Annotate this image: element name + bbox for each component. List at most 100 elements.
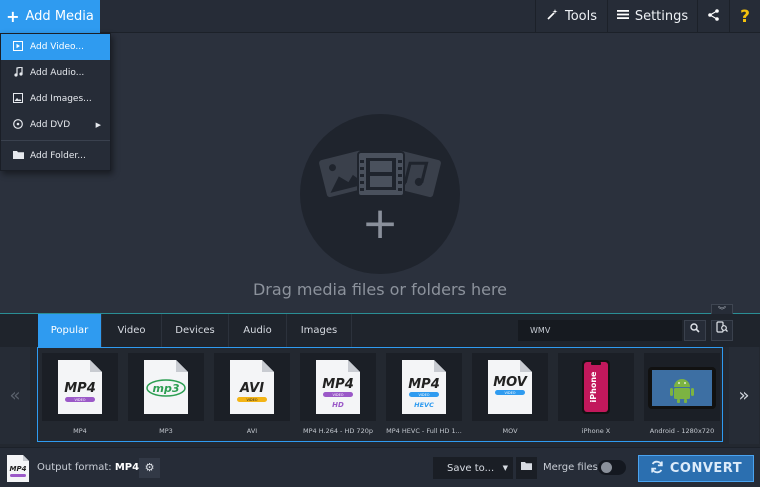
output-format-value: MP4 xyxy=(114,462,140,473)
svg-text:AVI: AVI xyxy=(239,381,264,396)
disc-icon xyxy=(12,118,24,132)
settings-button[interactable]: Settings xyxy=(607,0,697,33)
format-settings-button[interactable]: ⚙ xyxy=(139,458,160,478)
format-label: MOV xyxy=(502,427,518,435)
media-files-icon xyxy=(319,150,441,198)
plus-icon: + xyxy=(6,7,20,26)
folder-icon xyxy=(521,462,532,473)
tab-label: Popular xyxy=(50,325,89,336)
svg-text:HEVC: HEVC xyxy=(414,401,434,409)
save-to-button[interactable]: Save to... ▼ xyxy=(433,457,513,479)
format-card: iPhone xyxy=(558,353,634,421)
format-card: mp3 xyxy=(128,353,204,421)
format-search-input[interactable] xyxy=(518,320,682,341)
music-note-icon xyxy=(12,65,24,80)
gear-icon: ⚙ xyxy=(144,461,155,474)
tab-popular[interactable]: Popular xyxy=(38,314,102,347)
format-item-mov[interactable]: MOV VIDEO MOV xyxy=(472,353,548,439)
format-item-mp3[interactable]: mp3 MP3 xyxy=(128,353,204,439)
format-item-iphone-x[interactable]: iPhone iPhone X xyxy=(558,353,634,439)
share-icon xyxy=(708,8,719,25)
svg-text:VIDEO: VIDEO xyxy=(504,391,515,395)
tab-images[interactable]: Images xyxy=(287,314,352,347)
format-label: iPhone X xyxy=(581,427,611,435)
tab-devices[interactable]: Devices xyxy=(162,314,229,347)
svg-text:MP4: MP4 xyxy=(408,377,440,392)
format-item-mp4-hevc[interactable]: MP4 VIDEO HEVC MP4 HEVC - Full HD 1... xyxy=(386,353,462,439)
add-media-label: Add Media xyxy=(25,9,94,24)
format-card: MP4 VIDEO xyxy=(42,353,118,421)
format-item-mp4[interactable]: MP4 VIDEO MP4 xyxy=(42,353,118,439)
mp4-hevc-file-icon: MP4 VIDEO HEVC xyxy=(402,360,446,414)
drop-circle: + xyxy=(300,114,460,274)
merge-files-toggle[interactable] xyxy=(598,460,626,475)
drop-zone[interactable]: + Drag media files or folders here xyxy=(0,34,760,312)
format-card: MP4 VIDEO HD xyxy=(300,353,376,421)
format-label: MP4 HEVC - Full HD 1... xyxy=(386,427,462,435)
output-format-icon: MP4 xyxy=(7,455,29,482)
svg-text:MP4: MP4 xyxy=(64,381,96,396)
tab-label: Audio xyxy=(243,325,272,336)
tab-video[interactable]: Video xyxy=(102,314,162,347)
drop-hint: Drag media files or folders here xyxy=(252,280,508,299)
chevron-left-icon: « xyxy=(9,385,21,406)
avi-file-icon: AVI VIDEO xyxy=(230,360,274,414)
tools-button[interactable]: Tools xyxy=(535,0,607,33)
format-label: AVI xyxy=(246,427,258,435)
add-plus-icon: + xyxy=(361,198,399,249)
svg-text:MP4: MP4 xyxy=(322,377,354,392)
menu-item-add-images[interactable]: Add Images... xyxy=(1,86,110,112)
add-media-button[interactable]: + Add Media xyxy=(0,0,100,33)
iphone-icon: iPhone xyxy=(582,360,610,414)
format-card: MOV VIDEO xyxy=(472,353,548,421)
format-label: MP4 xyxy=(73,427,87,435)
scroll-left-button[interactable]: « xyxy=(0,347,30,444)
convert-button[interactable]: CONVERT xyxy=(638,455,754,482)
format-item-android[interactable]: Android - 1280x720 xyxy=(644,353,720,439)
share-button[interactable] xyxy=(697,0,729,33)
format-item-mp4-hd[interactable]: MP4 VIDEO HD MP4 H.264 - HD 720p xyxy=(300,353,376,439)
format-card: MP4 VIDEO HEVC xyxy=(386,353,462,421)
format-list: MP4 VIDEO MP4 mp3 MP3 AVI VIDEO AVI MP4 … xyxy=(37,347,723,442)
open-folder-button[interactable] xyxy=(516,457,537,479)
help-icon: ? xyxy=(740,6,750,27)
settings-label: Settings xyxy=(634,9,689,24)
format-label: MP3 xyxy=(159,427,173,435)
tab-label: Devices xyxy=(175,325,215,336)
format-card xyxy=(644,353,720,421)
svg-text:VIDEO: VIDEO xyxy=(74,398,85,402)
convert-label: CONVERT xyxy=(669,461,743,476)
scroll-right-button[interactable]: » xyxy=(729,347,759,444)
bottom-bar: MP4 Output format: MP4 ⚙ Save to... ▼ Me… xyxy=(0,447,760,487)
help-button[interactable]: ? xyxy=(729,0,760,33)
svg-text:HD: HD xyxy=(332,401,344,409)
output-format-prefix: Output format: xyxy=(37,462,112,473)
search-icon xyxy=(690,323,700,336)
format-label: Android - 1280x720 xyxy=(649,427,715,435)
save-to-label: Save to... xyxy=(447,462,495,474)
device-search-icon xyxy=(716,321,728,336)
menu-item-add-folder[interactable]: Add Folder... xyxy=(1,143,110,169)
android-icon xyxy=(648,367,716,409)
mp4-hd-file-icon: MP4 VIDEO HD xyxy=(316,360,360,414)
menu-item-add-audio[interactable]: Add Audio... xyxy=(1,60,110,86)
menu-item-add-video[interactable]: Add Video... xyxy=(1,34,110,60)
chevron-down-icon: ▼ xyxy=(502,464,508,472)
svg-text:VIDEO: VIDEO xyxy=(332,393,343,397)
format-item-avi[interactable]: AVI VIDEO AVI xyxy=(214,353,290,439)
tab-audio[interactable]: Audio xyxy=(229,314,287,347)
mp4-file-icon: MP4 VIDEO xyxy=(58,360,102,414)
svg-text:VIDEO: VIDEO xyxy=(418,393,429,397)
submenu-arrow-icon: ▶ xyxy=(95,121,101,129)
menu-divider xyxy=(1,140,110,141)
output-format-label: Output format: MP4 xyxy=(37,462,139,473)
detect-device-button[interactable] xyxy=(711,320,733,341)
menu-item-add-dvd[interactable]: Add DVD ▶ xyxy=(1,112,110,138)
search-button[interactable] xyxy=(684,320,706,341)
menu-item-label: Add Video... xyxy=(30,42,84,52)
folder-icon xyxy=(12,150,24,162)
menu-icon xyxy=(616,9,629,24)
refresh-icon xyxy=(650,460,664,478)
magic-wand-icon xyxy=(546,8,559,25)
video-icon xyxy=(12,40,24,54)
